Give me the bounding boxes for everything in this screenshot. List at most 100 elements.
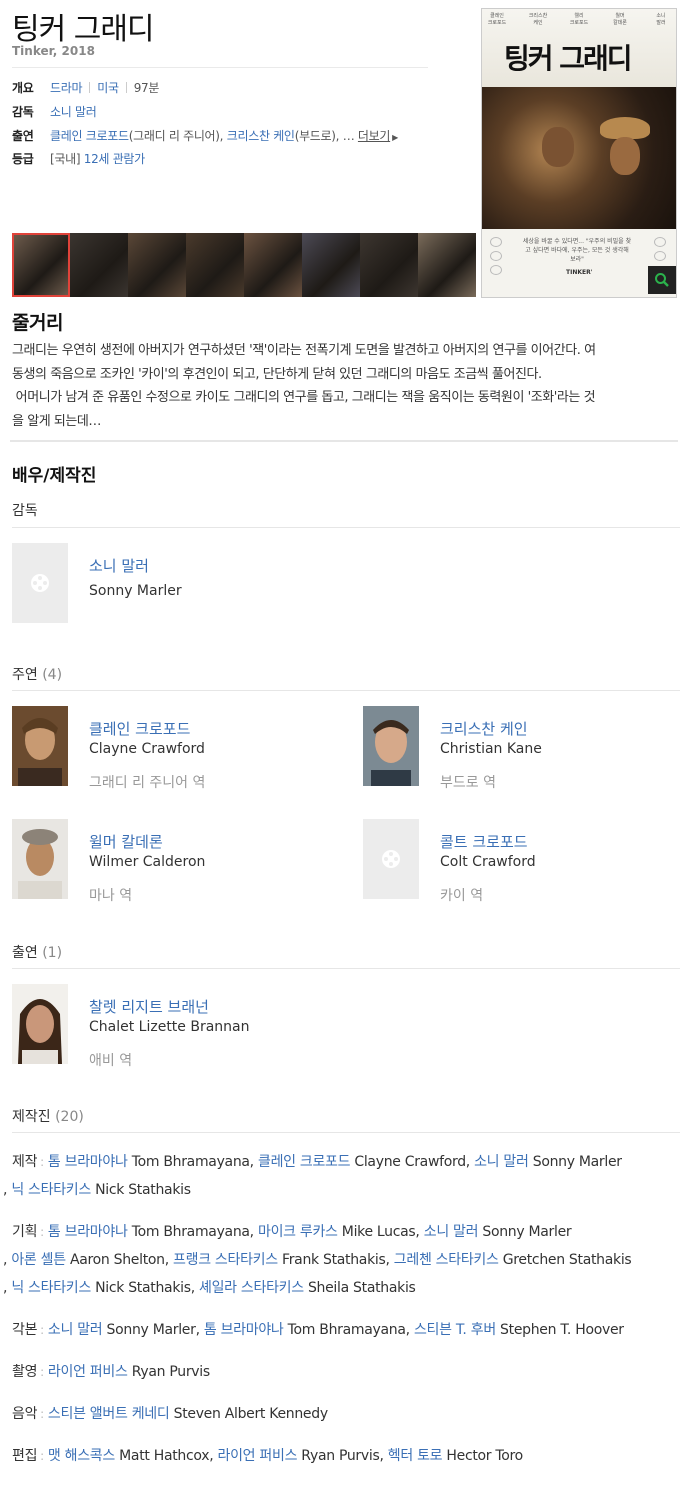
person-role: 부드로 역	[440, 775, 496, 791]
original-title-year: Tinker, 2018	[12, 44, 95, 58]
crew-name-link[interactable]: 셰일라 스타타키스	[199, 1280, 304, 1296]
actor-photo	[12, 819, 68, 899]
laurel-icon	[490, 251, 502, 261]
crew-section-label: 제작진 (20)	[12, 1106, 84, 1126]
crew-row-line: 기획: 톰 브라마야나 Tom Bhramayana, 마이크 루카스 Mike …	[12, 1218, 572, 1246]
person-name-ko[interactable]: 크리스찬 케인	[440, 718, 528, 739]
poster-zoom-button[interactable]	[648, 266, 676, 294]
crew-name-link[interactable]: 아론 셸튼	[11, 1252, 66, 1268]
crew-name-link[interactable]: 톰 브라마야나	[48, 1224, 128, 1240]
poster-photo	[482, 87, 676, 229]
crew-name-en: Nick Stathakis	[90, 1182, 191, 1198]
crew-name-link[interactable]: 클레인 크로포드	[258, 1154, 351, 1170]
poster-credit: 소니 말러	[656, 13, 666, 26]
crew-name-link[interactable]: 소니 말러	[474, 1154, 529, 1170]
director-link[interactable]: 소니 말러	[50, 105, 97, 119]
still-thumbnail[interactable]	[186, 233, 244, 297]
no-photo-placeholder	[12, 543, 68, 623]
still-thumbnail[interactable]	[360, 233, 418, 297]
crew-row-line: 제작: 톰 브라마야나 Tom Bhramayana, 클레인 크로포드 Clay…	[12, 1148, 622, 1176]
rating-link[interactable]: 12세 관람가	[84, 152, 145, 166]
section-divider	[10, 440, 678, 442]
crew-role-label: 기획	[12, 1224, 38, 1240]
crew-name-link[interactable]: 맷 해스콕스	[48, 1448, 115, 1464]
crew-name-link[interactable]: 라이언 퍼비스	[48, 1364, 128, 1380]
section-divider	[12, 968, 680, 969]
crew-colon: :	[40, 1323, 44, 1337]
runtime: 97분	[133, 81, 160, 95]
cast-card[interactable]: 크리스찬 케인 Christian Kane 부드로 역	[363, 706, 673, 791]
cast-card[interactable]: 찰렛 리지트 브래넌 Chalet Lizette Brannan 애비 역	[12, 984, 332, 1069]
crew-name-link[interactable]: 마이크 루카스	[258, 1224, 338, 1240]
poster-figure	[542, 127, 574, 167]
crew-name-link[interactable]: 톰 브라마야나	[48, 1154, 128, 1170]
crew-name-en: Tom Bhramayana,	[127, 1224, 258, 1240]
crew-name-en: Matt Hathcox,	[114, 1448, 218, 1464]
director-card[interactable]: 소니 말러 Sonny Marler	[12, 543, 312, 625]
crew-colon: :	[40, 1155, 44, 1169]
crew-name-link[interactable]: 톰 브라마야나	[204, 1322, 284, 1338]
crew-name-en: Sonny Marler	[478, 1224, 572, 1240]
crew-name-link[interactable]: 그레첸 스타타키스	[394, 1252, 499, 1268]
crew-name-link[interactable]: 프랭크 스타타키스	[173, 1252, 278, 1268]
country-link[interactable]: 미국	[97, 81, 119, 95]
cast-link-2[interactable]: 크리스찬 케인	[227, 129, 295, 143]
still-cut-strip	[12, 233, 476, 297]
rating-label: 등급	[12, 152, 34, 166]
movie-poster[interactable]: 클레인 크로포드 크리스찬 케인 웰리 크로포드 월머 칼데론 소니 말러 팅커…	[481, 8, 677, 298]
cast-card[interactable]: 콜트 크로포드 Colt Crawford 카이 역	[363, 819, 673, 904]
person-name-ko[interactable]: 클레인 크로포드	[89, 718, 190, 739]
person-name-en: Clayne Crawford	[89, 741, 205, 757]
crew-colon: :	[40, 1407, 44, 1421]
crew-name-en: Ryan Purvis,	[297, 1448, 388, 1464]
crew-row-line: , 닉 스타타키스 Nick Stathakis	[3, 1176, 191, 1204]
crew-name-en: Hector Toro	[442, 1448, 523, 1464]
still-thumbnail[interactable]	[70, 233, 128, 297]
person-name-ko[interactable]: 소니 말러	[89, 555, 149, 576]
person-name-ko[interactable]: 찰렛 리지트 브래넌	[89, 996, 209, 1017]
crew-name-en: Steven Albert Kennedy	[169, 1406, 329, 1422]
still-thumbnail[interactable]	[128, 233, 186, 297]
laurel-icon	[654, 251, 666, 261]
main-cast-section-label: 주연 (4)	[12, 664, 62, 684]
section-divider	[12, 690, 680, 691]
person-name-ko[interactable]: 윌머 칼데론	[89, 831, 163, 852]
crew-name-en: Sheila Stathakis	[303, 1280, 416, 1296]
still-thumbnail[interactable]	[418, 233, 476, 297]
still-thumbnail[interactable]	[244, 233, 302, 297]
crew-name-link[interactable]: 스티븐 T. 후버	[414, 1322, 496, 1338]
crew-name-link[interactable]: 라이언 퍼비스	[218, 1448, 298, 1464]
person-role: 애비 역	[89, 1053, 133, 1069]
crew-name-link[interactable]: 닉 스타타키스	[11, 1280, 91, 1296]
person-name-en: Christian Kane	[440, 741, 542, 757]
poster-tinker-text: TINKER'	[566, 269, 593, 276]
still-thumbnail[interactable]	[12, 233, 70, 297]
person-role: 그래디 리 주니어 역	[89, 775, 206, 791]
crew-row-line: 촬영: 라이언 퍼비스 Ryan Purvis	[12, 1358, 210, 1386]
laurel-icon	[490, 237, 502, 247]
crew-name-link[interactable]: 스티븐 앨버트 케네디	[48, 1406, 170, 1422]
crew-colon: :	[40, 1449, 44, 1463]
crew-row-line: 편집: 맷 해스콕스 Matt Hathcox, 라이언 퍼비스 Ryan Pur…	[12, 1442, 523, 1470]
plot-text: 그래디는 우연히 생전에 아버지가 연구하셨던 '잭'이라는 전폭기계 도면을 …	[12, 339, 674, 433]
cast-card[interactable]: 클레인 크로포드 Clayne Crawford 그래디 리 주니어 역	[12, 706, 332, 791]
crew-name-link[interactable]: 소니 말러	[48, 1322, 103, 1338]
crew-name-link[interactable]: 소니 말러	[424, 1224, 479, 1240]
plot-line: 동생의 죽음으로 조카인 '카이'의 후견인이 되고, 단단하게 닫혀 있던 그…	[12, 366, 542, 382]
poster-header: 클레인 크로포드 크리스찬 케인 웰리 크로포드 월머 칼데론 소니 말러 팅커…	[482, 9, 676, 87]
laurel-icon	[654, 237, 666, 247]
laurel-icon	[490, 265, 502, 275]
crew-name-link[interactable]: 닉 스타타키스	[11, 1182, 91, 1198]
crew-name-link[interactable]: 헥터 토로	[388, 1448, 443, 1464]
crew-name-en: Tom Bhramayana,	[283, 1322, 414, 1338]
still-thumbnail[interactable]	[302, 233, 360, 297]
poster-credit: 크리스찬 케인	[528, 13, 548, 26]
film-reel-icon	[382, 850, 400, 868]
section-divider	[12, 527, 680, 528]
person-name-ko[interactable]: 콜트 크로포드	[440, 831, 528, 852]
more-cast-link[interactable]: 더보기	[358, 129, 391, 143]
cast-link-1[interactable]: 클레인 크로포드	[50, 129, 129, 143]
poster-figure	[610, 137, 640, 175]
cast-card[interactable]: 윌머 칼데론 Wilmer Calderon 마나 역	[12, 819, 332, 904]
genre-link[interactable]: 드라마	[50, 81, 83, 95]
